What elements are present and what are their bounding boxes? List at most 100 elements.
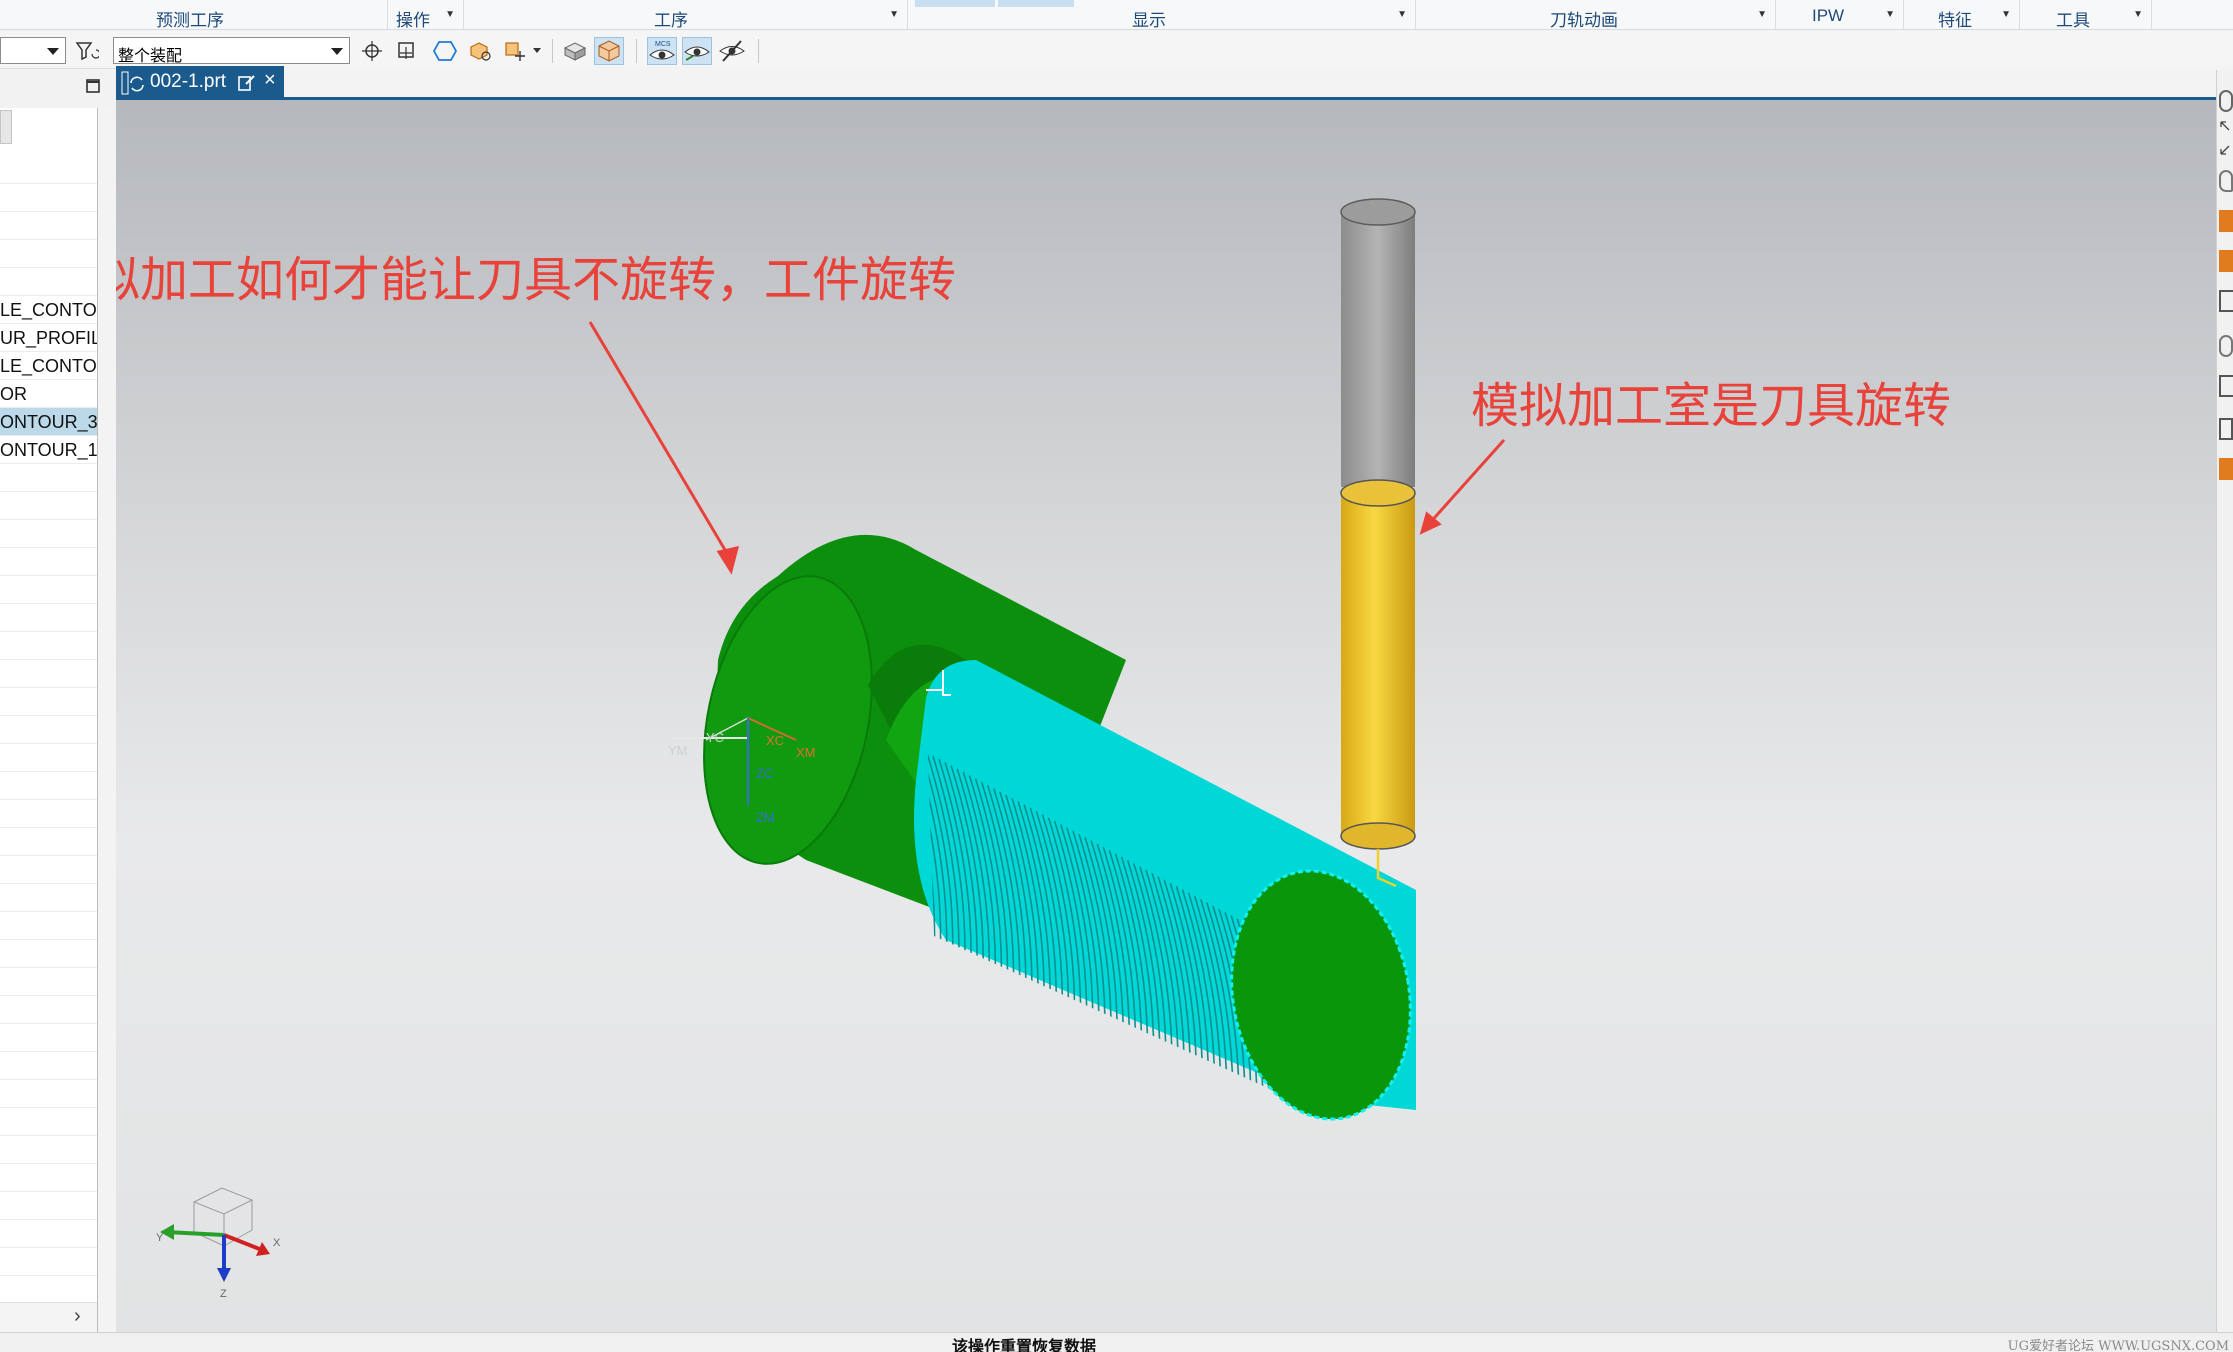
select-face-icon[interactable] [500, 37, 530, 65]
navigator-row-empty [0, 772, 97, 800]
cutting-tool[interactable] [1340, 198, 1416, 888]
navigator-row-empty [0, 744, 97, 772]
navigator-row[interactable] [0, 212, 97, 240]
wireframe-view-icon[interactable] [594, 37, 624, 65]
edit-icon[interactable] [238, 74, 256, 92]
navigator-row[interactable] [0, 240, 97, 268]
resource-bar [2216, 70, 2233, 1332]
navigator-row-empty [0, 856, 97, 884]
wcs-label: XC [766, 733, 784, 748]
navigator-row-empty [0, 1192, 97, 1220]
chevron-down-icon [47, 48, 59, 55]
show-toolpath-icon[interactable] [682, 37, 712, 65]
navigator-icon[interactable] [2219, 290, 2233, 312]
type-filter-dropdown[interactable] [0, 37, 66, 64]
ribbon-group-predict-ops[interactable]: 预测工序 [0, 0, 388, 30]
document-tab-bar: 002-1.prt × [116, 66, 2233, 100]
annotation-right: 模拟加工室是刀具旋转 [1471, 378, 1952, 434]
ribbon-group-bar: 预测工序 操作 ▼ 工序 ▼ 显示 ▼ 刀轨动画 ▼ IPW ▼ 特征 ▼ 工具… [0, 0, 2233, 30]
ribbon-group-features[interactable]: 特征 ▼ [1904, 0, 2020, 30]
ribbon-group-ipw[interactable]: IPW ▼ [1776, 0, 1904, 30]
navigator-row[interactable]: LE_CONTO [0, 352, 97, 380]
navigator-row-empty [0, 1136, 97, 1164]
chevron-down-icon[interactable]: ▼ [2133, 9, 2143, 20]
select-feature-icon[interactable] [393, 37, 423, 65]
ribbon-group-tools[interactable]: 工具 ▼ [2020, 0, 2152, 30]
navigator-row-empty [0, 604, 97, 632]
hide-icon[interactable] [717, 37, 747, 65]
navigator-row[interactable]: OR [0, 380, 97, 408]
navigator-row-empty [0, 632, 97, 660]
navigator-row[interactable]: UR_PROFIL [0, 324, 97, 352]
status-bar: 该操作重置恢复数据 UG爱好者论坛 WWW.UGSNX.COM [0, 1332, 2233, 1352]
ribbon-group-operation[interactable]: 操作 ▼ [388, 0, 464, 30]
chevron-down-icon[interactable]: ▼ [1397, 9, 1407, 20]
hexagon-icon[interactable] [430, 37, 460, 65]
ribbon-group-toolpath-animation[interactable]: 刀轨动画 ▼ [1416, 0, 1776, 30]
chevron-down-icon[interactable]: ▼ [1885, 9, 1895, 20]
navigator-tool-button[interactable] [0, 110, 12, 144]
select-body-icon[interactable] [465, 37, 495, 65]
show-mcs-icon[interactable]: MCS [647, 37, 677, 65]
watermark-text: UG爱好者论坛 WWW.UGSNX.COM [2007, 1339, 2229, 1352]
ribbon-group-label: 工具 [2056, 11, 2090, 30]
resize-icon[interactable] [2219, 120, 2233, 155]
app-window: 预测工序 操作 ▼ 工序 ▼ 显示 ▼ 刀轨动画 ▼ IPW ▼ 特征 ▼ 工具… [0, 0, 2233, 1352]
chevron-down-icon[interactable]: ▼ [1757, 9, 1767, 20]
chevron-down-icon[interactable]: ▼ [445, 9, 455, 20]
navigator-row[interactable]: ONTOUR_3 [0, 408, 97, 436]
palette-icon[interactable] [2219, 458, 2233, 480]
web-browser-icon[interactable] [2219, 335, 2233, 357]
status-message: 该操作重置恢复数据 [952, 1339, 1097, 1352]
navigator-row[interactable]: ONTOUR_1 [0, 436, 97, 464]
toolbar-divider [552, 39, 553, 63]
navigator-row-empty [0, 576, 97, 604]
navigator-row-empty [0, 1108, 97, 1136]
ribbon-group-procedure[interactable]: 工序 ▼ [464, 0, 908, 30]
machine-tool-icon[interactable] [2219, 250, 2233, 272]
ribbon-group-display[interactable]: 显示 ▼ [908, 0, 1416, 30]
navigator-row-empty [0, 492, 97, 520]
navigator-row[interactable]: LE_CONTO [0, 296, 97, 324]
wcs-label: ZM [756, 810, 775, 825]
snap-point-icon[interactable] [358, 37, 388, 65]
navigator-row[interactable] [0, 156, 97, 184]
ribbon-group-label: 预测工序 [156, 11, 224, 30]
navigator-row-empty [0, 996, 97, 1024]
tool-holder [1341, 212, 1415, 487]
scroll-right-icon[interactable]: › [74, 1305, 81, 1328]
tab-002-1-prt[interactable]: 002-1.prt × [116, 66, 284, 99]
filter-icon[interactable] [72, 37, 102, 65]
view-triad[interactable]: Y X Z [156, 1187, 281, 1300]
maximize-icon[interactable] [86, 79, 100, 93]
navigator-row[interactable] [0, 184, 97, 212]
triad-label-x: X [273, 1237, 281, 1249]
role-icon[interactable] [2219, 90, 2233, 112]
selection-scope-dropdown[interactable]: 整个装配 [113, 37, 350, 65]
navigator-header [0, 70, 116, 108]
chevron-down-icon[interactable]: ▼ [2001, 9, 2011, 20]
navigator-row-empty [0, 716, 97, 744]
part-icon[interactable] [2219, 418, 2233, 440]
chevron-down-icon[interactable] [528, 37, 546, 65]
navigator-row-empty [0, 520, 97, 548]
triad-label-y: Y [156, 1232, 164, 1244]
chevron-down-icon[interactable]: ▼ [889, 9, 899, 20]
navigator-row[interactable] [0, 268, 97, 296]
reuse-library-icon[interactable] [2219, 210, 2233, 232]
system-materials-icon[interactable] [2219, 375, 2233, 397]
selection-toolbar: 整个装配 MCS [0, 31, 2233, 69]
history-icon[interactable] [2219, 170, 2233, 192]
navigator-list: LE_CONTO UR_PROFIL LE_CONTO OR ONTOUR_3 ONTOU… [0, 156, 97, 1276]
navigator-row-empty [0, 1052, 97, 1080]
graphics-viewport[interactable]: YM YC XC XM ZC ZM Y X Z 模拟加工如何才能让刀具不旋转，工… [116, 100, 2216, 1332]
shaded-view-icon[interactable] [560, 37, 590, 65]
tool-cutter [1341, 494, 1415, 836]
ribbon-group-label: 显示 [1132, 11, 1166, 30]
navigator-row-empty [0, 912, 97, 940]
navigator-row-empty [0, 828, 97, 856]
close-icon[interactable]: × [264, 69, 276, 92]
annotation-left: 模拟加工如何才能让刀具不旋转，工件旋转 [116, 252, 957, 308]
ribbon-group-label: 刀轨动画 [1550, 11, 1618, 30]
navigator-scrollbar[interactable]: › [0, 1302, 97, 1332]
